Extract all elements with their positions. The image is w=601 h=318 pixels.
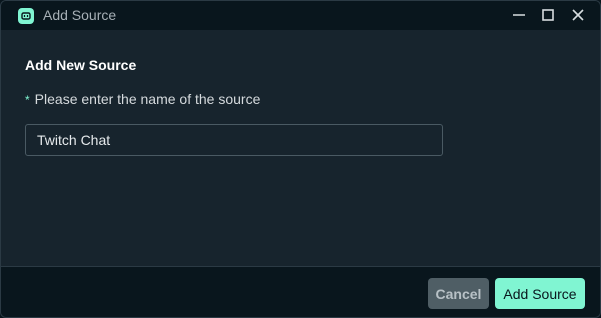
source-name-label: * Please enter the name of the source bbox=[25, 91, 260, 107]
close-icon bbox=[572, 9, 584, 21]
add-source-window: Add Source Add New Source * Please enter … bbox=[0, 0, 601, 318]
maximize-icon bbox=[542, 9, 554, 21]
cancel-button[interactable]: Cancel bbox=[428, 278, 489, 309]
minimize-button[interactable] bbox=[509, 5, 529, 25]
title-bar[interactable]: Add Source bbox=[1, 1, 600, 30]
app-logo-icon bbox=[18, 8, 34, 24]
add-source-button[interactable]: Add Source bbox=[495, 278, 585, 309]
dialog-content: Add New Source * Please enter the name of… bbox=[1, 30, 600, 268]
maximize-button[interactable] bbox=[538, 5, 558, 25]
window-title: Add Source bbox=[43, 7, 117, 23]
dialog-footer: Cancel Add Source bbox=[1, 266, 600, 317]
source-name-input[interactable] bbox=[25, 124, 443, 156]
source-name-label-text: Please enter the name of the source bbox=[34, 91, 261, 107]
dialog-heading: Add New Source bbox=[25, 57, 137, 73]
required-marker: * bbox=[25, 93, 30, 107]
close-button[interactable] bbox=[568, 5, 588, 25]
minimize-icon bbox=[513, 14, 525, 16]
